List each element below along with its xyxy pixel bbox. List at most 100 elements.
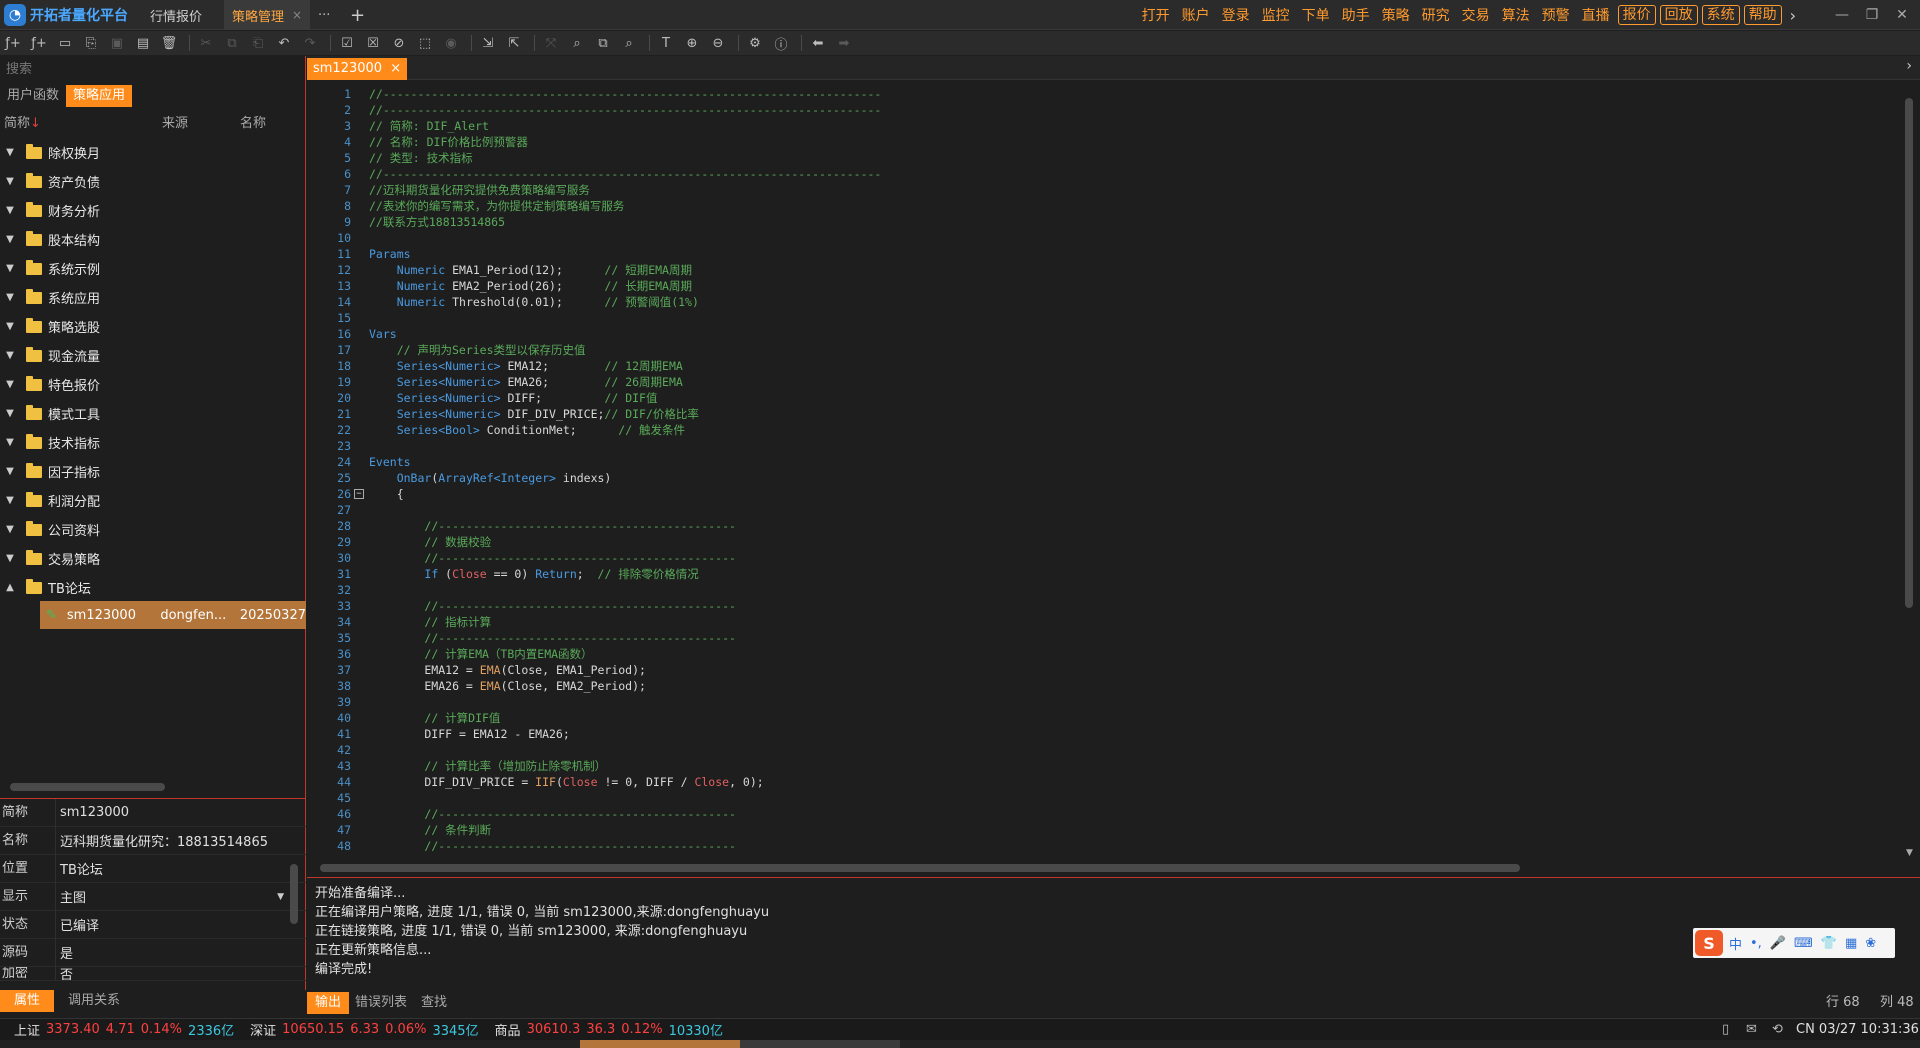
tree-folder[interactable]: ▼ 技术指标 [0,428,306,457]
fit-icon[interactable]: ⤧ [540,32,562,54]
scroll-down-arrow-icon[interactable]: ▼ [1906,848,1913,858]
property-row[interactable]: 状态 已编译 [0,910,306,939]
properties-scrollbar[interactable] [290,864,298,924]
verify-icon[interactable]: ⊘ [388,32,410,54]
find-in-files-icon[interactable]: ⌕ [618,32,640,54]
tree-leaf-selected[interactable]: ✎ sm123000 dongfen... 20250327 [40,601,306,629]
close-icon[interactable]: × [390,61,401,76]
tab-strategy-apps[interactable]: 策略应用 [66,85,133,107]
code-editor[interactable]: 1 //-------------------------------------… [307,86,1904,862]
redo-icon[interactable]: ↷ [299,32,321,54]
save-all-icon[interactable]: ▤ [132,32,154,54]
tree-folder[interactable]: ▼ 除权换月 [0,138,306,167]
open-folder-icon[interactable]: ▭ [54,32,76,54]
chevron-right-icon[interactable]: › [1906,58,1912,74]
new-function-icon[interactable]: ƒ+ [2,32,24,54]
expand-arrow-icon[interactable]: ▼ [0,437,20,448]
select-icon[interactable]: ⬚ [414,32,436,54]
more-tabs-button[interactable]: ··· [310,0,338,30]
ime-skin-icon[interactable]: 👕 [1821,936,1837,951]
expand-arrow-icon[interactable]: ▼ [0,205,20,216]
expand-arrow-icon[interactable]: ▼ [0,379,20,390]
tab-output[interactable]: 输出 [307,992,350,1014]
compile-all-icon[interactable]: ☒ [362,32,384,54]
column-header-source[interactable]: 来源 [162,114,188,134]
connection-icon[interactable]: ⟲ [1772,1022,1783,1037]
property-row[interactable]: 名称 迈科期货量化研究：18813514865 [0,826,306,855]
copy-icon[interactable]: ⧉ [221,32,243,54]
tree-horizontal-scrollbar[interactable] [10,783,165,791]
code-horizontal-scrollbar[interactable] [320,864,1520,872]
settings-gear-icon[interactable]: ⚙ [744,32,766,54]
dropdown-arrow-icon[interactable]: ▼ [277,892,284,902]
tree-folder[interactable]: ▼ 资产负债 [0,167,306,196]
undo-icon[interactable]: ↶ [273,32,295,54]
expand-arrow-icon[interactable]: ▼ [0,176,20,187]
compile-icon[interactable]: ☑ [336,32,358,54]
ime-toolbox-icon[interactable]: ▦ [1845,936,1857,951]
editor-tab-sm123000[interactable]: sm123000 × [307,58,408,80]
index-name[interactable]: 深证 [250,1020,276,1039]
menu-more-arrow[interactable]: › [1784,6,1802,25]
minimize-button[interactable]: — [1826,0,1858,30]
property-row[interactable]: 简称 sm123000 [0,798,306,827]
expand-arrow-icon[interactable]: ▼ [0,234,20,245]
tree-folder[interactable]: ▼ 利润分配 [0,486,306,515]
tab-find[interactable]: 查找 [413,992,455,1014]
tab-error-list[interactable]: 错误列表 [349,992,413,1014]
collapse-arrow-icon[interactable]: ▲ [0,582,20,593]
menu-system[interactable]: 系统 [1701,5,1740,25]
menu-quote[interactable]: 报价 [1617,5,1656,25]
menu-order[interactable]: 下单 [1296,5,1336,25]
tree-folder[interactable]: ▼ 模式工具 [0,399,306,428]
index-name[interactable]: 商品 [495,1020,521,1039]
expand-arrow-icon[interactable]: ▼ [0,350,20,361]
tree-folder[interactable]: ▼ 财务分析 [0,196,306,225]
search-icon[interactable]: ⌕ [566,32,588,54]
message-icon[interactable]: ✉ [1746,1022,1757,1037]
code-vertical-scrollbar[interactable] [1905,98,1913,608]
record-icon[interactable]: ◉ [440,32,462,54]
tree-folder[interactable]: ▼ 特色报价 [0,370,306,399]
tree-folder[interactable]: ▼ 交易策略 [0,544,306,573]
maximize-button[interactable]: ❐ [1856,0,1888,30]
ime-chinese-mode[interactable]: 中 [1729,934,1742,953]
expand-arrow-icon[interactable]: ▼ [0,321,20,332]
menu-algorithm[interactable]: 算法 [1496,5,1536,25]
tab-call-relations[interactable]: 调用关系 [54,990,134,1012]
tree-folder[interactable]: ▼ 系统应用 [0,283,306,312]
fold-toggle-icon[interactable]: − [354,489,364,499]
tree-folder[interactable]: ▼ 股本结构 [0,225,306,254]
expand-arrow-icon[interactable]: ▼ [0,263,20,274]
property-row-dropdown[interactable]: 显示 主图 ▼ [0,882,306,911]
forward-arrow-icon[interactable]: ➡ [833,32,855,54]
export-icon[interactable]: ⇱ [503,32,525,54]
column-header-short-name[interactable]: 简称↓ [4,114,41,134]
tree-folder[interactable]: ▼ 公司资料 [0,515,306,544]
info-icon[interactable]: ⓘ [770,32,792,54]
tree-folder[interactable]: ▼ 因子指标 [0,457,306,486]
menu-monitor[interactable]: 监控 [1256,5,1296,25]
menu-assistant[interactable]: 助手 [1336,5,1376,25]
tab-strategy-management[interactable]: 策略管理 × [224,0,311,30]
load-chart-icon[interactable]: ⇲ [477,32,499,54]
property-row[interactable]: 位置 TB论坛 [0,854,306,883]
back-arrow-icon[interactable]: ⬅ [807,32,829,54]
new-strategy-icon[interactable]: ƒ+ [28,32,50,54]
delete-icon[interactable]: 🗑 [158,32,180,54]
tab-user-functions[interactable]: 用户函数 [0,85,66,107]
expand-arrow-icon[interactable]: ▼ [0,553,20,564]
menu-open[interactable]: 打开 [1136,5,1176,25]
menu-strategy[interactable]: 策略 [1376,5,1416,25]
expand-arrow-icon[interactable]: ▼ [0,408,20,419]
tree-folder[interactable]: ▼ 现金流量 [0,341,306,370]
index-name[interactable]: 上证 [14,1020,40,1039]
font-icon[interactable]: T [655,32,677,54]
expand-arrow-icon[interactable]: ▼ [0,147,20,158]
paste-icon[interactable]: ⎗ [247,32,269,54]
property-row[interactable]: 加密否 [0,967,306,981]
column-header-name[interactable]: 名称 [240,114,266,134]
ime-toolbar[interactable]: S 中 •, 🎤 ⌨ 👕 ▦ ❀ [1693,928,1895,958]
menu-login[interactable]: 登录 [1216,5,1256,25]
ime-punctuation-icon[interactable]: •, [1750,936,1762,951]
